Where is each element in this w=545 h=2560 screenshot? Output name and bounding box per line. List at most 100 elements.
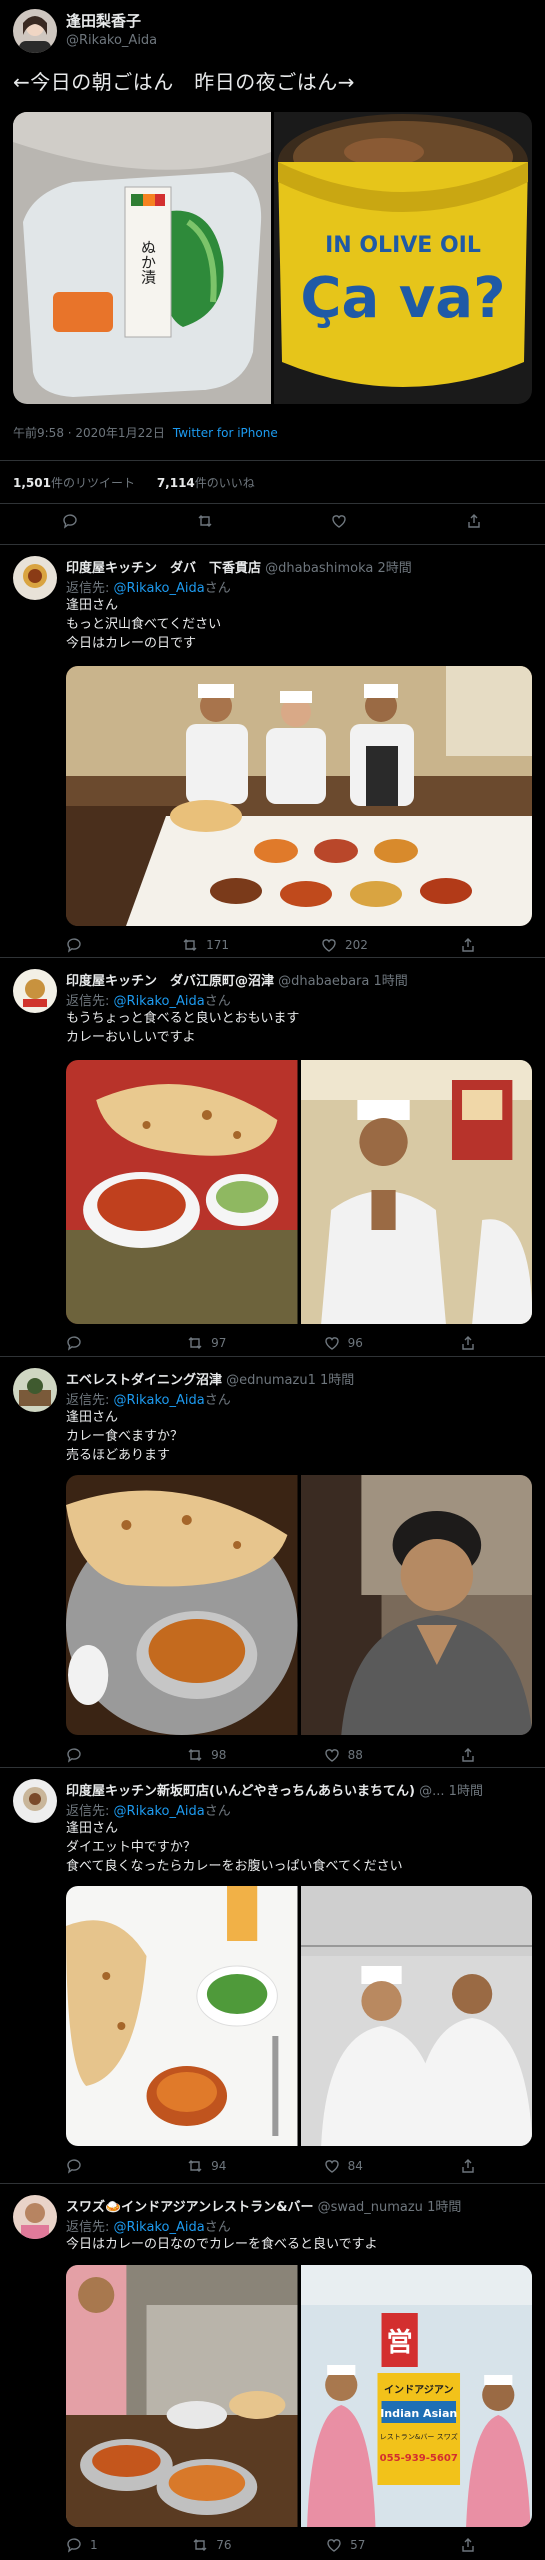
reply-to-handle[interactable]: @Rikako_Aida [114, 2220, 205, 2235]
reply-text: 逢田さん カレー食べますか？ 売るほどあります [66, 1408, 183, 1465]
reply-to-handle[interactable]: @Rikako_Aida [114, 581, 205, 596]
retweets-count: 1,501 [13, 476, 51, 490]
reply-time[interactable]: 1時間 [427, 2200, 461, 2215]
reply-avatar[interactable] [13, 556, 57, 600]
reply-button[interactable] [66, 1747, 90, 1763]
reply-to-handle[interactable]: @Rikako_Aida [114, 1393, 205, 1408]
reply-button[interactable] [66, 1335, 90, 1351]
author-handle[interactable]: @Rikako_Aida [66, 33, 157, 48]
reply-avatar[interactable] [13, 969, 57, 1013]
reply-button[interactable] [66, 2158, 90, 2174]
reply-button[interactable] [62, 513, 78, 529]
photo-chef[interactable] [300, 1060, 532, 1324]
retweets-stat[interactable]: 1,501件のリツイート [13, 476, 135, 490]
photo-curry-naan[interactable] [66, 1060, 298, 1324]
photo-two-chefs[interactable] [300, 1886, 532, 2146]
photo-kitchen-curry[interactable] [66, 2265, 298, 2527]
reply-author-handle[interactable]: @dhabashimoka [265, 561, 373, 576]
photo-breakfast[interactable]: ぬか漬 [13, 112, 271, 404]
photo-restaurant-staff[interactable] [66, 666, 532, 926]
reply-media[interactable] [66, 1886, 532, 2146]
like-button[interactable]: 96 [324, 1335, 363, 1351]
photo-restaurant-sign[interactable]: 営 インドアジアン Indian Asian レストラン&バー スワズ 055-… [300, 2265, 532, 2527]
retweet-button[interactable]: 94 [187, 2158, 226, 2174]
photo-dinner-can[interactable]: IN OLIVE OIL Ça va? [274, 112, 532, 404]
reply-media[interactable] [66, 666, 532, 926]
author-avatar[interactable] [13, 9, 57, 53]
photo-naan-plate[interactable] [66, 1475, 298, 1735]
author-name[interactable]: 逢田梨香子 [66, 10, 141, 31]
reply-to: 返信先: @Rikako_Aidaさん [66, 1800, 231, 1819]
reply-author-name[interactable]: 印度屋キッチン新坂町店(いんどやきっちんあらいまちてん) [66, 1784, 415, 1799]
reply-icon [67, 2538, 81, 2553]
retweet-button[interactable]: 76 [192, 2537, 232, 2553]
reply-line: もうちょっと食べると良いとおもいます [66, 1011, 300, 1026]
reply-author-handle[interactable]: @ednumazu1 [226, 1373, 316, 1388]
reply-icon [67, 2159, 81, 2174]
like-button[interactable] [331, 513, 347, 529]
reply-line: 逢田さん [66, 1410, 119, 1425]
reply-line: 今日はカレーの日です [66, 636, 197, 651]
reply-time[interactable]: 1時間 [320, 1373, 354, 1388]
reply-author-name[interactable]: スワズ🍛インドアジアンレストラン&バー [66, 2200, 313, 2215]
main-tweet: 逢田梨香子 @Rikako_Aida ←今日の朝ごはん 昨日の夜ごはん→ ぬか漬 [0, 0, 545, 545]
reply-time[interactable]: 2時間 [377, 561, 411, 576]
sign-top-char: 営 [386, 2328, 412, 2358]
reply-avatar[interactable] [13, 1368, 57, 1412]
reply-media[interactable]: 営 インドアジアン Indian Asian レストラン&バー スワズ 055-… [66, 2265, 532, 2527]
tweet-source[interactable]: Twitter for iPhone [173, 426, 278, 440]
reply-button[interactable] [66, 937, 90, 953]
reply-button[interactable]: 1 [66, 2537, 98, 2553]
retweet-button[interactable]: 171 [182, 937, 229, 953]
reply-time[interactable]: 1時間 [374, 974, 408, 989]
reply-author-handle[interactable]: @... [419, 1784, 444, 1799]
like-button[interactable]: 84 [324, 2158, 363, 2174]
reply-to-handle[interactable]: @Rikako_Aida [114, 994, 205, 1009]
reply-to-handle[interactable]: @Rikako_Aida [114, 1804, 205, 1819]
reply-author-name[interactable]: エベレストダイニング沼津 [66, 1373, 222, 1388]
svg-text:ぬか漬: ぬか漬 [139, 240, 157, 285]
photo-curry-set[interactable] [66, 1886, 298, 2146]
like-button[interactable]: 88 [324, 1747, 363, 1763]
reply-tweet[interactable]: 印度屋キッチン新坂町店(いんどやきっちんあらいまちてん) @... 1時間 返信… [0, 1769, 545, 2184]
reply-header: 印度屋キッチン ダバ 下香貫店 @dhabashimoka 2時間 [66, 557, 536, 576]
retweet-icon [188, 1337, 202, 1349]
tweet-media[interactable]: ぬか漬 IN OLIVE OIL Ça va? [13, 112, 532, 404]
reply-tweet[interactable]: 印度屋キッチン ダバ 下香貫店 @dhabashimoka 2時間 返信先: @… [0, 546, 545, 958]
like-count: 84 [347, 2159, 363, 2173]
reply-to-label: 返信先: [66, 2220, 110, 2235]
likes-stat[interactable]: 7,114件のいいね [157, 476, 255, 490]
reply-avatar[interactable] [13, 2195, 57, 2239]
share-button[interactable] [460, 937, 476, 953]
share-button[interactable] [460, 1747, 476, 1763]
tweet-time[interactable]: 午前9:58 · 2020年1月22日 [13, 426, 165, 440]
share-icon [462, 1748, 474, 1762]
reply-author-name[interactable]: 印度屋キッチン ダバ 下香貫店 [66, 561, 261, 576]
share-button[interactable] [466, 513, 482, 529]
share-button[interactable] [460, 1335, 476, 1351]
share-button[interactable] [460, 2537, 476, 2553]
like-button[interactable]: 202 [321, 937, 368, 953]
reply-author-name[interactable]: 印度屋キッチン ダバ江原町@沼津 [66, 974, 274, 989]
reply-author-handle[interactable]: @dhabaebara [278, 974, 369, 989]
retweet-icon [183, 939, 197, 951]
retweet-icon [188, 2160, 202, 2172]
reply-media[interactable] [66, 1060, 532, 1324]
reply-tweet[interactable]: エベレストダイニング沼津 @ednumazu1 1時間 返信先: @Rikako… [0, 1358, 545, 1768]
reply-line: 逢田さん [66, 1821, 119, 1836]
svg-text:IN OLIVE OIL: IN OLIVE OIL [325, 233, 481, 258]
retweet-icon [193, 2539, 207, 2551]
like-button[interactable]: 57 [326, 2537, 365, 2553]
reply-tweet[interactable]: スワズ🍛インドアジアンレストラン&バー @swad_numazu 1時間 返信先… [0, 2185, 545, 2560]
reply-author-handle[interactable]: @swad_numazu [318, 2200, 423, 2215]
reply-avatar[interactable] [13, 1779, 57, 1823]
retweet-button[interactable] [197, 513, 213, 529]
retweet-button[interactable]: 97 [187, 1335, 226, 1351]
reply-time[interactable]: 1時間 [449, 1784, 483, 1799]
reply-to-suffix: さん [204, 2220, 231, 2235]
photo-staff-portrait[interactable] [300, 1475, 532, 1735]
reply-tweet[interactable]: 印度屋キッチン ダバ江原町@沼津 @dhabaebara 1時間 返信先: @R… [0, 959, 545, 1357]
reply-media[interactable] [66, 1475, 532, 1735]
share-button[interactable] [460, 2158, 476, 2174]
retweet-button[interactable]: 98 [187, 1747, 226, 1763]
